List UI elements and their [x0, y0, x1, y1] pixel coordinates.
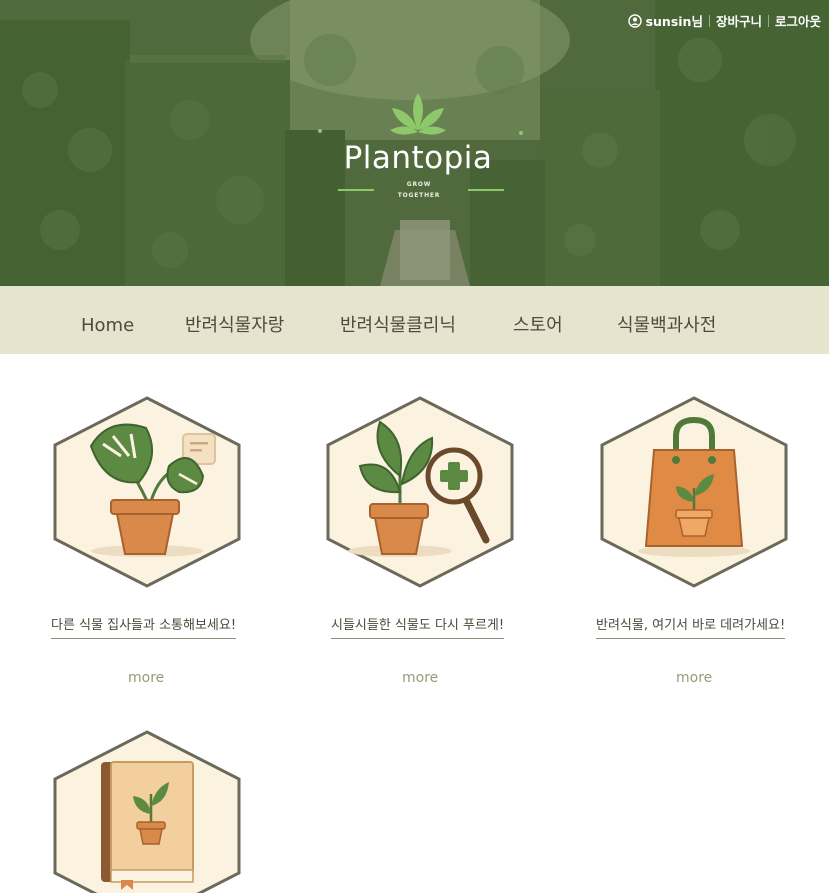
- plant-book-icon[interactable]: [51, 730, 243, 893]
- store-caption[interactable]: 반려식물, 여기서 바로 데려가세요!: [596, 614, 786, 639]
- user-profile-link[interactable]: sunsin님: [627, 11, 703, 30]
- shopping-bag-plant-icon[interactable]: [598, 396, 790, 588]
- nav-item-plant-encyclopedia[interactable]: 식물백과사전: [617, 286, 716, 354]
- cart-link[interactable]: 장바구니: [716, 11, 762, 30]
- logo-tagline-1: GROW: [406, 181, 432, 188]
- community-caption[interactable]: 다른 식물 집사들과 소통해보세요!: [51, 614, 237, 639]
- logout-link[interactable]: 로그아웃: [775, 11, 821, 30]
- hero-banner: sunsin님 장바구니 로그아웃 Plantopia GROW TOGETHE…: [0, 0, 829, 286]
- user-menu: sunsin님 장바구니 로그아웃: [627, 11, 821, 30]
- nav-item-plant-showcase[interactable]: 반려식물자랑: [185, 286, 284, 354]
- store-more-link[interactable]: more: [676, 670, 712, 686]
- nav-item-store[interactable]: 스토어: [513, 286, 563, 354]
- clinic-caption[interactable]: 시들시들한 식물도 다시 푸르게!: [331, 614, 505, 639]
- monstera-chat-icon[interactable]: [51, 396, 243, 588]
- plant-magnifier-icon[interactable]: [324, 396, 516, 588]
- clinic-more-link[interactable]: more: [402, 670, 438, 686]
- plantopia-logo[interactable]: Plantopia GROW TOGETHER: [318, 88, 528, 206]
- community-more-link[interactable]: more: [128, 670, 164, 686]
- username-label: sunsin님: [645, 14, 703, 29]
- divider: [708, 14, 710, 27]
- divider: [767, 14, 769, 27]
- logo-title: Plantopia: [343, 140, 493, 176]
- nav-item-plant-clinic[interactable]: 반려식물클리닉: [340, 286, 456, 354]
- logo-tagline-2: TOGETHER: [397, 192, 441, 199]
- nav-item-home[interactable]: Home: [81, 286, 134, 354]
- user-circle-icon: [627, 13, 642, 28]
- main-navigation: Home 반려식물자랑 반려식물클리닉 스토어 식물백과사전: [0, 286, 829, 354]
